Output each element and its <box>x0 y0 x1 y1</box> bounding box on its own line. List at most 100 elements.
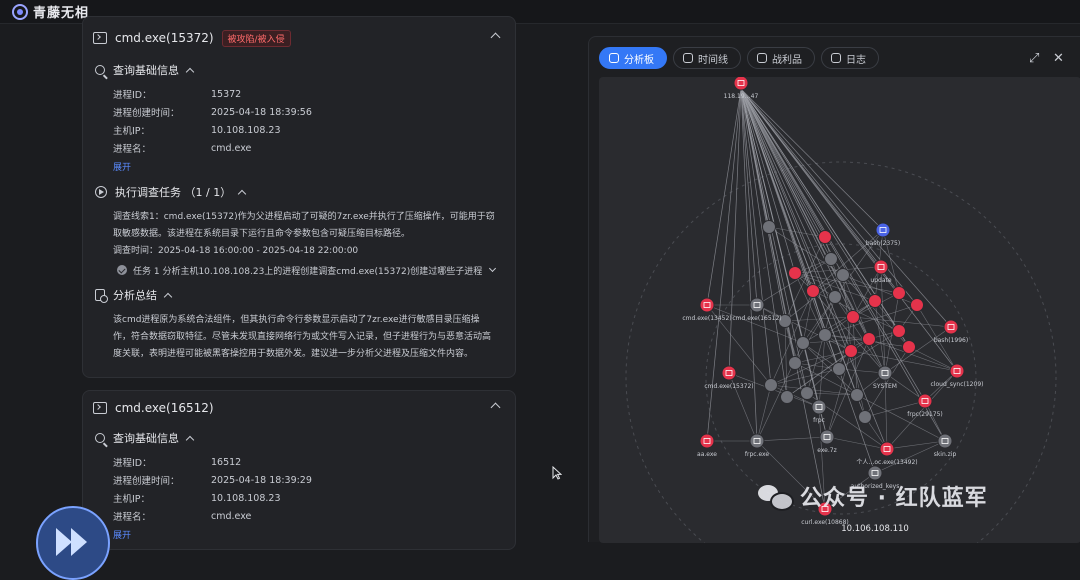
node-circle[interactable] <box>917 393 933 409</box>
graph-node[interactable] <box>832 362 846 376</box>
chevron-up-icon[interactable] <box>490 402 501 413</box>
node-label: update <box>870 277 891 284</box>
node-label: SYSTEM <box>873 383 897 390</box>
close-icon[interactable]: ✕ <box>1053 51 1064 66</box>
chevron-up-icon[interactable] <box>237 189 247 198</box>
expand-link[interactable]: 展开 <box>83 157 515 175</box>
graph-node[interactable] <box>862 332 876 346</box>
chevron-up-icon[interactable] <box>185 67 195 76</box>
tab-loot[interactable]: 战利品 <box>747 47 815 69</box>
graph-node[interactable] <box>764 378 778 392</box>
section-summary-header[interactable]: 分析总结 <box>83 284 515 306</box>
node-circle[interactable] <box>873 259 889 275</box>
graph-node[interactable] <box>844 344 858 358</box>
node-circle[interactable] <box>699 297 715 313</box>
node-circle[interactable] <box>937 433 953 449</box>
graph-node-cmd13452[interactable]: cmd.exe(13452) <box>682 297 732 322</box>
node-circle[interactable] <box>867 465 883 481</box>
graph-edge <box>850 350 958 372</box>
graph-node[interactable] <box>892 324 906 338</box>
tab-timeline[interactable]: 时间线 <box>673 47 741 69</box>
graph-node[interactable] <box>868 294 882 308</box>
chevron-up-icon[interactable] <box>185 435 195 444</box>
graph-node-aa[interactable]: aa.exe <box>697 433 717 458</box>
tab-analysis-board[interactable]: 分析板 <box>599 47 667 69</box>
graph-node-ip-118[interactable]: 118.19…47 <box>724 77 759 100</box>
graph-node[interactable] <box>818 230 832 244</box>
info-value: 10.108.108.23 <box>211 124 281 136</box>
node-circle[interactable] <box>943 319 959 335</box>
node-label: cloud_sync(1209) <box>931 381 984 388</box>
check-circle-icon <box>117 265 127 275</box>
panel-tabs: 分析板 时间线 战利品 日志 <box>599 47 879 69</box>
node-circle[interactable] <box>879 441 895 457</box>
graph-edge <box>740 88 952 328</box>
graph-node-frpc29175[interactable]: frpc(29175) <box>907 393 943 418</box>
graph-node[interactable] <box>902 340 916 354</box>
chevron-up-icon[interactable] <box>490 32 501 43</box>
graph-node-frpc[interactable]: frpc <box>811 399 827 424</box>
node-circle[interactable] <box>819 429 835 445</box>
section-basic-info-header[interactable]: 查询基础信息 <box>83 59 515 81</box>
info-key: 进程ID： <box>113 90 152 101</box>
graph-node[interactable] <box>780 390 794 404</box>
graph-node[interactable] <box>836 268 850 282</box>
node-circle[interactable] <box>749 433 765 449</box>
section-task-header[interactable]: 执行调查任务 （1 / 1） <box>83 181 515 203</box>
node-circle[interactable] <box>721 365 737 381</box>
task-item[interactable]: 任务 1 分析主机10.108.108.23上的进程创建调查cmd.exe(15… <box>83 260 515 280</box>
graph-node[interactable] <box>788 356 802 370</box>
graph-node-frpcexe[interactable]: frpc.exe <box>745 433 770 458</box>
graph-node[interactable] <box>800 386 814 400</box>
expand-link[interactable]: 展开 <box>83 525 515 543</box>
analysis-summary: 该cmd进程原为系统合法组件，但其执行命令行参数显示启动了7zr.exe进行敏感… <box>113 315 492 359</box>
fullscreen-icon[interactable]: ⤢ <box>1029 51 1039 66</box>
graph-node-exe7z[interactable]: exe.7z <box>817 429 837 454</box>
node-circle[interactable] <box>699 433 715 449</box>
graph-node[interactable] <box>796 336 810 350</box>
node-label: exe.7z <box>817 447 837 454</box>
graph-node[interactable] <box>910 298 924 312</box>
graph-node[interactable] <box>846 310 860 324</box>
graph-node[interactable] <box>892 286 906 300</box>
graph-node-skin[interactable]: skin.zip <box>934 433 957 458</box>
info-key: 进程ID： <box>113 458 152 469</box>
graph-node[interactable] <box>806 284 820 298</box>
fast-forward-button[interactable] <box>36 506 110 580</box>
graph-node-bash2375[interactable]: bash(2375) <box>866 222 900 247</box>
node-circle[interactable] <box>949 363 965 379</box>
chevron-up-icon[interactable] <box>163 292 173 301</box>
graph-node[interactable] <box>858 410 872 424</box>
graph-node[interactable] <box>824 252 838 266</box>
graph-node[interactable] <box>788 266 802 280</box>
graph-edge <box>740 88 808 394</box>
info-row: 进程名： cmd.exe <box>83 507 515 525</box>
timeline-icon <box>683 53 693 63</box>
section-basic-info-header[interactable]: 查询基础信息 <box>83 427 515 449</box>
graph-node[interactable] <box>762 220 776 234</box>
info-row: 进程ID： 15372 <box>83 85 515 103</box>
node-label: frpc <box>813 417 825 424</box>
node-circle[interactable] <box>733 77 749 91</box>
tab-logs[interactable]: 日志 <box>821 47 879 69</box>
node-circle[interactable] <box>875 222 891 238</box>
node-label: 118.19…47 <box>724 93 759 100</box>
graph-node[interactable] <box>850 388 864 402</box>
node-circle[interactable] <box>877 365 893 381</box>
graph-node[interactable] <box>828 290 842 304</box>
host-ip-label: 10.106.108.110 <box>841 524 909 534</box>
chevron-down-icon[interactable] <box>489 264 497 273</box>
card-header[interactable]: cmd.exe(16512) <box>83 393 515 423</box>
node-label: bash(1996) <box>934 337 968 344</box>
graph-node[interactable] <box>818 328 832 342</box>
attack-graph[interactable]: 118.19…47 bash(2375) cmd.exe(13452) cmd.exe… <box>599 77 1080 543</box>
card-header[interactable]: cmd.exe(15372) 被攻陷/被入侵 <box>83 23 515 53</box>
node-circle[interactable] <box>749 297 765 313</box>
graph-node-cmd15372[interactable]: cmd.exe(15372) <box>704 365 754 390</box>
node-circle[interactable] <box>811 399 827 415</box>
graph-node-update[interactable]: update <box>870 259 892 284</box>
graph-node-bash1996[interactable]: bash(1996) <box>934 319 968 344</box>
graph-node-system[interactable]: SYSTEM <box>873 365 897 390</box>
attack-graph-canvas[interactable]: 118.19…47 bash(2375) cmd.exe(13452) cmd.exe… <box>599 77 1080 543</box>
section-title: 查询基础信息 <box>113 432 179 445</box>
